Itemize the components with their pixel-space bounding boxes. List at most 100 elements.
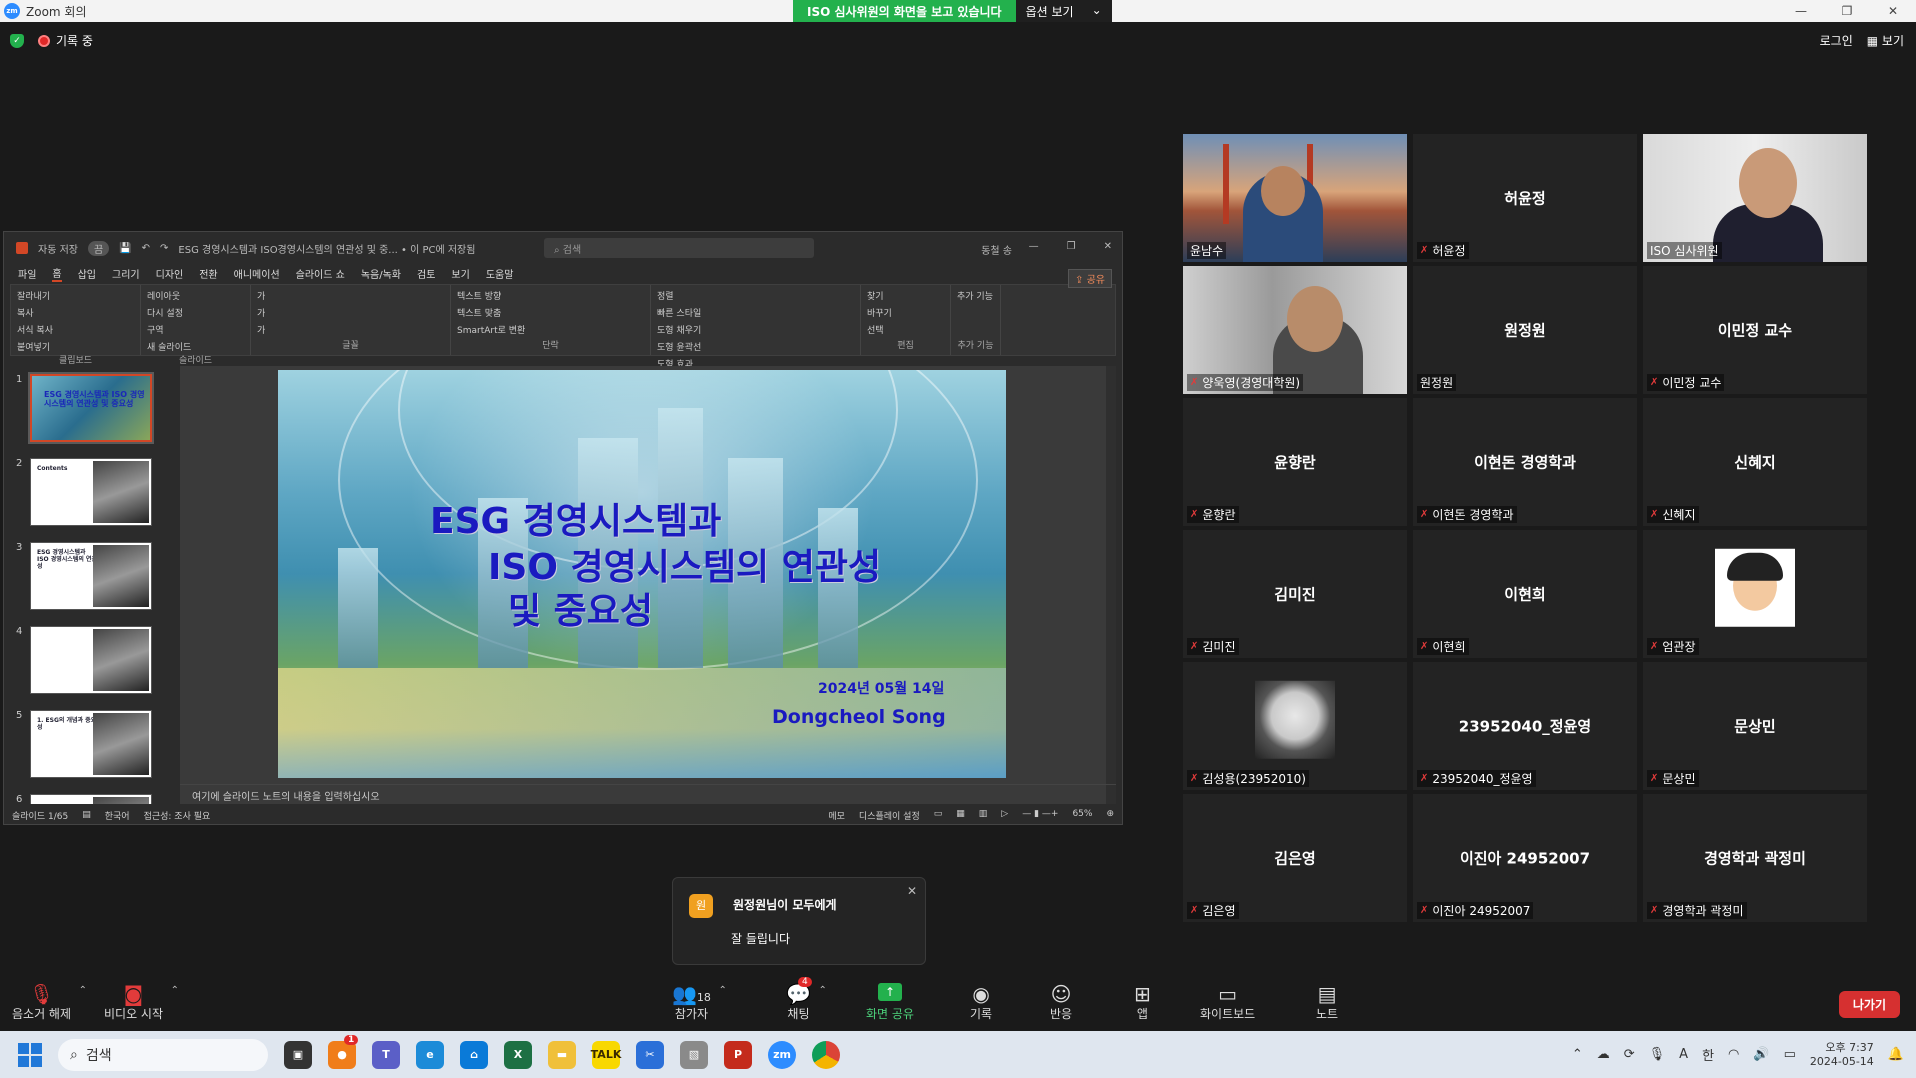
- participant-tile[interactable]: 원정원 원정원: [1413, 266, 1637, 394]
- participant-tile[interactable]: 윤향란 ✗ 윤향란: [1183, 398, 1407, 526]
- slide-scrollbar[interactable]: [1106, 366, 1116, 804]
- ribbon-button[interactable]: 가: [257, 289, 444, 302]
- battery-icon[interactable]: ▭: [1784, 1047, 1796, 1062]
- record-button[interactable]: ◉ 기록: [970, 983, 992, 1022]
- ppt-menu-item[interactable]: 디자인: [156, 266, 184, 281]
- spellcheck-icon[interactable]: ▤: [82, 810, 91, 820]
- zoom-icon[interactable]: zm: [768, 1040, 796, 1069]
- store-icon[interactable]: ⌂: [460, 1040, 488, 1069]
- participant-tile[interactable]: 이현돈 경영학과 ✗ 이현돈 경영학과: [1413, 398, 1637, 526]
- view-options-button[interactable]: 옵션 보기 ⌄: [1015, 0, 1112, 22]
- slide-thumbnail[interactable]: Contents: [30, 458, 152, 526]
- notification-bell-icon[interactable]: 🔔: [1888, 1047, 1904, 1062]
- slide-sorter-icon[interactable]: ▦: [956, 809, 965, 822]
- ribbon-button[interactable]: 다시 설정: [147, 306, 244, 319]
- leave-button[interactable]: 나가기: [1838, 991, 1900, 1018]
- apps-button[interactable]: ⊞ 앱: [1134, 983, 1151, 1022]
- whiteboard-button[interactable]: ▭ 화이트보드: [1200, 983, 1255, 1022]
- volume-icon[interactable]: 🔊: [1753, 1047, 1769, 1062]
- taskbar-search[interactable]: ⌕ 검색: [58, 1038, 268, 1071]
- chevron-up-icon[interactable]: ⌃: [1572, 1047, 1583, 1062]
- ppt-menu-item[interactable]: 홈: [52, 265, 62, 282]
- chrome-icon[interactable]: [812, 1040, 840, 1069]
- teams-icon[interactable]: T: [372, 1040, 400, 1069]
- ppt-share-button[interactable]: ⇪ 공유: [1068, 269, 1112, 288]
- ribbon-button[interactable]: 바꾸기: [867, 306, 944, 319]
- snipping-tool-icon[interactable]: ✂: [636, 1040, 664, 1069]
- ribbon-button[interactable]: 빠른 스타일: [657, 306, 854, 319]
- share-screen-button[interactable]: ↑ 화면 공유: [866, 983, 914, 1022]
- chevron-up-icon[interactable]: ⌃: [79, 985, 87, 996]
- participant-tile[interactable]: ✗ 엄관장: [1643, 530, 1867, 658]
- ppt-menu-item[interactable]: 파일: [18, 266, 36, 281]
- notes-button[interactable]: ▤ 노트: [1316, 983, 1338, 1022]
- ribbon-button[interactable]: 잘라내기: [17, 289, 134, 302]
- kakaotalk-icon[interactable]: TALK: [591, 1040, 621, 1069]
- language-label[interactable]: 한국어: [105, 809, 130, 822]
- redo-icon[interactable]: ↷: [160, 243, 168, 254]
- ppt-menu-item[interactable]: 슬라이드 쇼: [296, 266, 345, 281]
- zoom-slider[interactable]: — ▮ —+: [1022, 809, 1058, 822]
- onedrive-icon[interactable]: ☁: [1597, 1047, 1610, 1062]
- participant-tile[interactable]: 이진아 24952007 ✗ 이진아 24952007: [1413, 794, 1637, 922]
- display-settings-button[interactable]: 디스플레이 설정: [859, 809, 920, 822]
- ppt-search-input[interactable]: ⌕ 검색: [544, 238, 814, 258]
- ribbon-button[interactable]: 새 슬라이드: [147, 340, 244, 353]
- recording-indicator[interactable]: 기록 중: [38, 32, 93, 49]
- reactions-button[interactable]: ☺ 반응: [1050, 983, 1072, 1022]
- slide-thumbnail[interactable]: ESG 경영시스템과 ISO 경영시스템의 연관성: [30, 542, 152, 610]
- ribbon-button[interactable]: SmartArt로 변환: [457, 323, 644, 336]
- task-view-icon[interactable]: ▣: [284, 1040, 312, 1069]
- sync-icon[interactable]: ⟳: [1624, 1047, 1635, 1062]
- ppt-menu-item[interactable]: 그리기: [112, 266, 140, 281]
- minimize-icon[interactable]: —: [1778, 0, 1824, 22]
- normal-view-icon[interactable]: ▭: [934, 809, 943, 822]
- edge-icon[interactable]: e: [416, 1040, 444, 1069]
- participant-tile[interactable]: 문상민 ✗ 문상민: [1643, 662, 1867, 790]
- participants-button[interactable]: 👥18 참가자 ⌃: [672, 983, 727, 1022]
- file-explorer-icon[interactable]: ▬: [548, 1040, 576, 1069]
- participant-tile[interactable]: 23952040_정윤영 ✗ 23952040_정윤영: [1413, 662, 1637, 790]
- ppt-menu-item[interactable]: 삽입: [78, 266, 96, 281]
- undo-icon[interactable]: ↶: [142, 243, 150, 254]
- slide-thumbnail[interactable]: ESG 경영시스템과 ISO 경영시스템의 연관성 및 중요성: [28, 372, 154, 444]
- ribbon-button[interactable]: 가: [257, 323, 444, 336]
- chevron-up-icon[interactable]: ⌃: [819, 985, 827, 996]
- ribbon-button[interactable]: 찾기: [867, 289, 944, 302]
- close-icon[interactable]: ✕: [907, 884, 917, 898]
- minimize-icon[interactable]: —: [1029, 241, 1039, 252]
- chevron-up-icon[interactable]: ⌃: [171, 985, 179, 996]
- photos-icon[interactable]: ▧: [680, 1040, 708, 1069]
- ppt-menu-item[interactable]: 보기: [451, 266, 469, 281]
- ribbon-button[interactable]: 도형 채우기: [657, 323, 854, 336]
- ribbon-button[interactable]: 가: [257, 306, 444, 319]
- restore-icon[interactable]: ❐: [1067, 241, 1076, 252]
- document-title[interactable]: ESG 경영시스템과 ISO경영시스템의 연관성 및 중... • 이 PC에 …: [178, 241, 475, 256]
- ribbon-button[interactable]: 정렬: [657, 289, 854, 302]
- firefox-icon[interactable]: ● 1: [328, 1034, 359, 1069]
- chat-button[interactable]: 💬 4 채팅 ⌃: [786, 977, 827, 1022]
- fit-slide-icon[interactable]: ⊕: [1106, 809, 1114, 822]
- participant-tile[interactable]: 이현희 ✗ 이현희: [1413, 530, 1637, 658]
- ppt-menu-item[interactable]: 전환: [199, 266, 217, 281]
- participant-tile[interactable]: ISO 심사위원: [1643, 134, 1867, 262]
- clock[interactable]: 오후 7:37 2024-05-14: [1810, 1041, 1874, 1069]
- zoom-level[interactable]: 65%: [1072, 809, 1092, 822]
- notes-button[interactable]: 메모: [828, 809, 845, 822]
- save-icon[interactable]: 💾: [119, 243, 131, 254]
- participant-tile[interactable]: 이민정 교수 ✗ 이민정 교수: [1643, 266, 1867, 394]
- participant-tile[interactable]: 경영학과 곽정미 ✗ 경영학과 곽정미: [1643, 794, 1867, 922]
- microphone-icon[interactable]: 🎙: [1649, 1047, 1666, 1062]
- slideshow-icon[interactable]: ▷: [1001, 809, 1008, 822]
- chat-notification[interactable]: 원 원정원님이 모두에게 잘 들립니다 ✕: [672, 877, 926, 965]
- start-video-button[interactable]: ◙ 비디오 시작 ⌃: [104, 983, 179, 1022]
- ribbon-button[interactable]: 선택: [867, 323, 944, 336]
- restore-icon[interactable]: ❐: [1824, 0, 1870, 22]
- speaker-notes-input[interactable]: 여기에 슬라이드 노트의 내용을 입력하십시오: [180, 784, 1116, 804]
- windows-start-icon[interactable]: [18, 1042, 42, 1067]
- accessibility-status[interactable]: 접근성: 조사 필요: [144, 809, 211, 822]
- participant-tile[interactable]: 신혜지 ✗ 신혜지: [1643, 398, 1867, 526]
- account-name[interactable]: 동철 송: [981, 242, 1012, 257]
- ime-mode-icon[interactable]: A: [1679, 1047, 1688, 1062]
- participant-tile[interactable]: 허윤정 ✗ 허윤정: [1413, 134, 1637, 262]
